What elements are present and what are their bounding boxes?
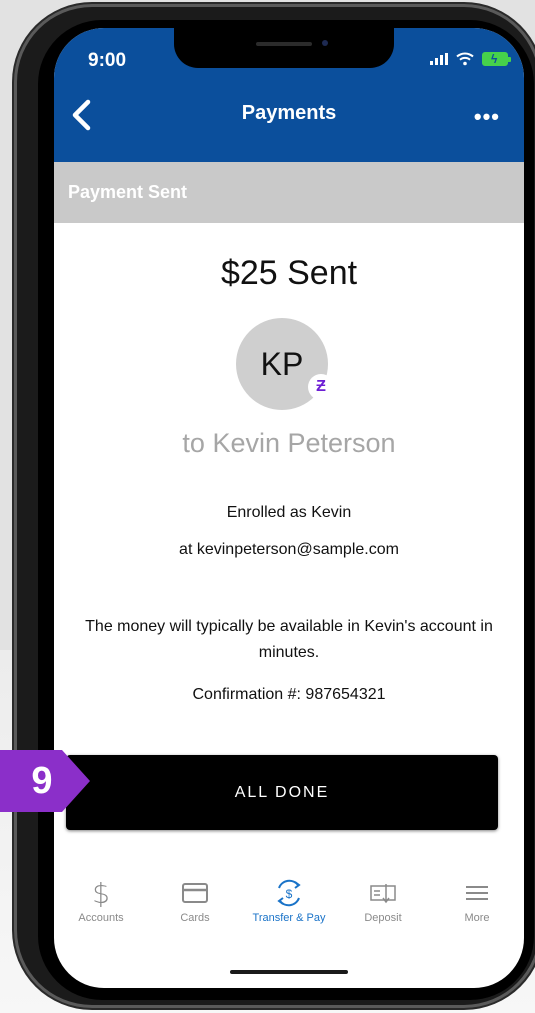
status-time: 9:00 bbox=[88, 50, 127, 71]
signal-icon bbox=[430, 53, 448, 65]
enrolled-as: Enrolled as Kevin bbox=[226, 504, 352, 521]
confirmation-number: Confirmation #: 987654321 bbox=[192, 686, 386, 703]
step-number: 9 bbox=[31, 760, 53, 802]
svg-text:$: $ bbox=[286, 887, 293, 901]
tab-label: More bbox=[464, 912, 490, 924]
transfer-pay-icon: $ bbox=[273, 878, 305, 908]
tab-label: Transfer & Pay bbox=[252, 912, 326, 924]
section-header: Payment Sent bbox=[54, 162, 524, 223]
check-deposit-icon bbox=[369, 878, 397, 908]
wifi-icon bbox=[456, 52, 474, 66]
notch-camera bbox=[322, 40, 328, 46]
tab-cards[interactable]: Cards bbox=[148, 878, 242, 948]
amount-sent: $25 Sent bbox=[220, 254, 358, 292]
tab-accounts[interactable]: $ Accounts bbox=[54, 876, 148, 948]
tab-more[interactable]: More bbox=[430, 878, 524, 948]
zelle-badge-icon: Ƶ bbox=[308, 374, 334, 400]
notch-speaker bbox=[256, 42, 312, 46]
tab-label: Deposit bbox=[364, 912, 402, 924]
phone-screen: 9:00 ϟ Payments ••• Payment Sent $25 Sen… bbox=[54, 28, 524, 988]
notch bbox=[174, 28, 394, 68]
tab-deposit[interactable]: Deposit bbox=[336, 878, 430, 948]
more-options-button[interactable]: ••• bbox=[474, 104, 500, 130]
section-label: Payment Sent bbox=[68, 182, 188, 202]
all-done-button[interactable]: ALL DONE bbox=[66, 755, 498, 830]
avatar-initials: KP bbox=[260, 345, 304, 382]
status-icons: ϟ bbox=[430, 50, 511, 68]
battery-icon: ϟ bbox=[482, 52, 511, 66]
tab-label: Cards bbox=[180, 912, 210, 924]
home-indicator bbox=[230, 970, 348, 974]
tab-label: Accounts bbox=[78, 912, 124, 924]
tab-bar: $ Accounts Cards $ Transfer & Pay Deposi… bbox=[54, 876, 524, 948]
card-icon bbox=[181, 878, 209, 908]
menu-icon bbox=[463, 878, 491, 908]
recipient-email: at kevinpeterson@sample.com bbox=[179, 541, 399, 558]
battery-charging-icon: ϟ bbox=[491, 52, 498, 66]
recipient-name: to Kevin Peterson bbox=[182, 428, 396, 458]
page-title: Payments bbox=[241, 102, 337, 124]
tab-transfer-pay[interactable]: $ Transfer & Pay bbox=[242, 878, 336, 948]
availability-message: The money will typically be available in… bbox=[85, 618, 493, 661]
app-header: 9:00 ϟ Payments ••• bbox=[54, 28, 524, 162]
dollar-icon: $ bbox=[92, 876, 110, 910]
